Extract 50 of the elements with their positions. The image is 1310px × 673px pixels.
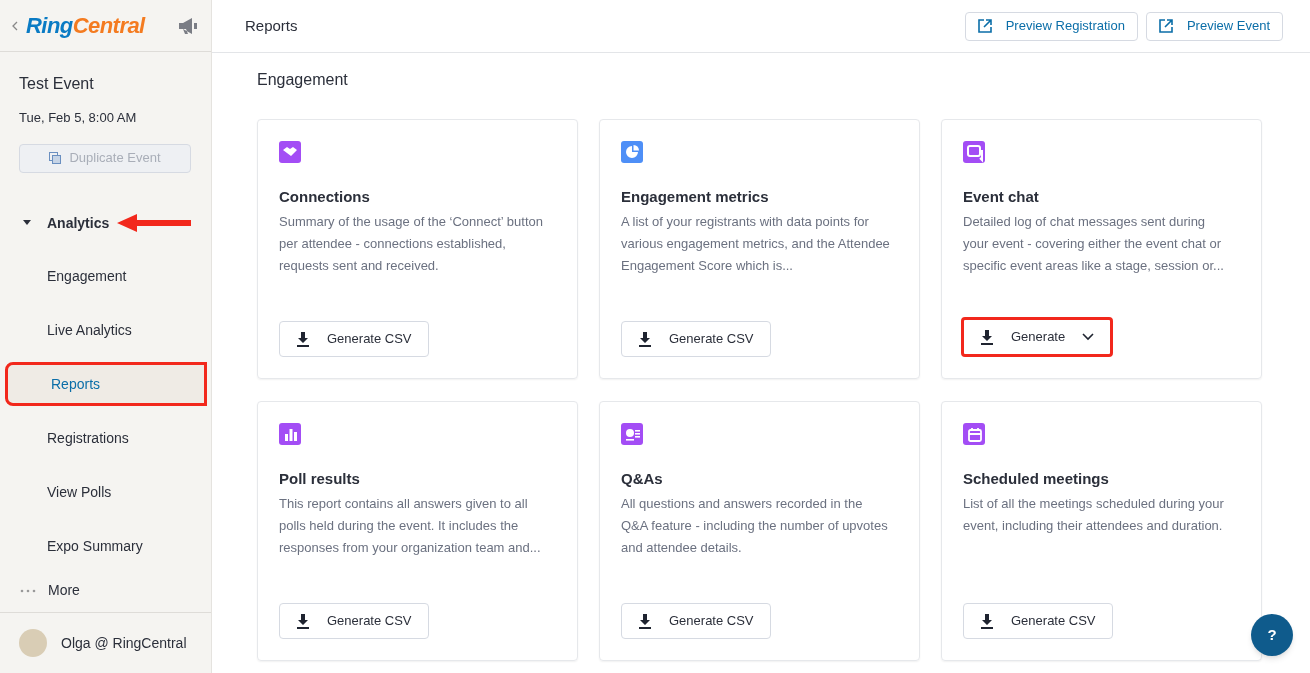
caret-icon[interactable] xyxy=(23,220,31,227)
generate-csv-button[interactable]: Generate CSV xyxy=(279,321,429,357)
more-item[interactable]: More xyxy=(48,580,80,602)
card-title: Scheduled meetings xyxy=(963,469,1110,489)
help-button[interactable]: ? xyxy=(1251,614,1293,656)
card-title: Event chat xyxy=(963,187,1040,207)
chevron-down-icon xyxy=(1082,333,1095,341)
section-title: Engagement xyxy=(257,70,349,90)
nav-item[interactable]: View Polls xyxy=(4,470,207,515)
event-date: Tue, Feb 5, 8:00 AM xyxy=(19,109,138,127)
preview-button[interactable]: Preview Registration xyxy=(964,11,1138,41)
download-icon xyxy=(980,613,994,629)
generate-csv-button[interactable]: Generate CSV xyxy=(621,603,771,639)
analytics-section[interactable]: Analytics xyxy=(47,212,110,234)
nav-item[interactable]: Registrations xyxy=(4,416,207,461)
card-description: A list of your registrants with data points for various engagement metrics, and the Attendee Engagement Score which is... xyxy=(621,212,891,275)
external-link-icon xyxy=(1158,19,1173,33)
card-description: List of all the meetings scheduled during your event, including their attendees and duration. xyxy=(963,494,1225,535)
preview-button[interactable]: Preview Event xyxy=(1145,11,1283,41)
generate-csv-button[interactable]: Generate CSV xyxy=(621,321,771,357)
copy-icon xyxy=(49,152,62,164)
download-icon xyxy=(296,331,310,347)
card-title: Poll results xyxy=(279,469,361,489)
download-icon xyxy=(638,613,652,629)
nav-item[interactable]: Expo Summary xyxy=(4,524,207,569)
nav-item[interactable]: Live Analytics xyxy=(4,308,207,353)
download-icon xyxy=(638,331,652,347)
event-title: Test Event xyxy=(19,74,95,94)
card-description: All questions and answers recorded in the Q&A feature - including the number of upvotes and attendee details. xyxy=(621,494,889,557)
card-description: Detailed log of chat messages sent during your event - covering either the event chat or specific event areas like a stage, session or... xyxy=(963,212,1225,275)
more-dots-icon xyxy=(20,588,36,593)
user-name[interactable]: Olga @ RingCentral xyxy=(61,632,187,654)
page-title: Reports xyxy=(245,15,298,36)
generate-csv-button[interactable]: Generate CSV xyxy=(279,603,429,639)
download-icon xyxy=(980,329,994,345)
generate-dropdown-button[interactable]: Generate xyxy=(961,317,1114,357)
back-chevron-icon[interactable] xyxy=(12,20,18,31)
card-title: Connections xyxy=(279,187,371,207)
card-description: Summary of the usage of the ‘Connect’ button per attendee - connections established, requests sent and received. xyxy=(279,212,544,275)
user-avatar xyxy=(19,629,47,658)
nav-item[interactable]: Reports xyxy=(5,362,207,407)
ringcentral-logo: RingCentral xyxy=(26,12,145,40)
card-description: This report contains all answers given to all polls held during the event. It includes the responses from your organization team and... xyxy=(279,494,542,557)
megaphone-icon[interactable] xyxy=(177,16,199,35)
generate-csv-button[interactable]: Generate CSV xyxy=(963,603,1113,639)
external-link-icon xyxy=(977,19,992,33)
card-title: Engagement metrics xyxy=(621,187,770,207)
nav-item[interactable]: Engagement xyxy=(4,254,207,299)
card-title: Q&As xyxy=(621,469,664,489)
download-icon xyxy=(296,613,310,629)
